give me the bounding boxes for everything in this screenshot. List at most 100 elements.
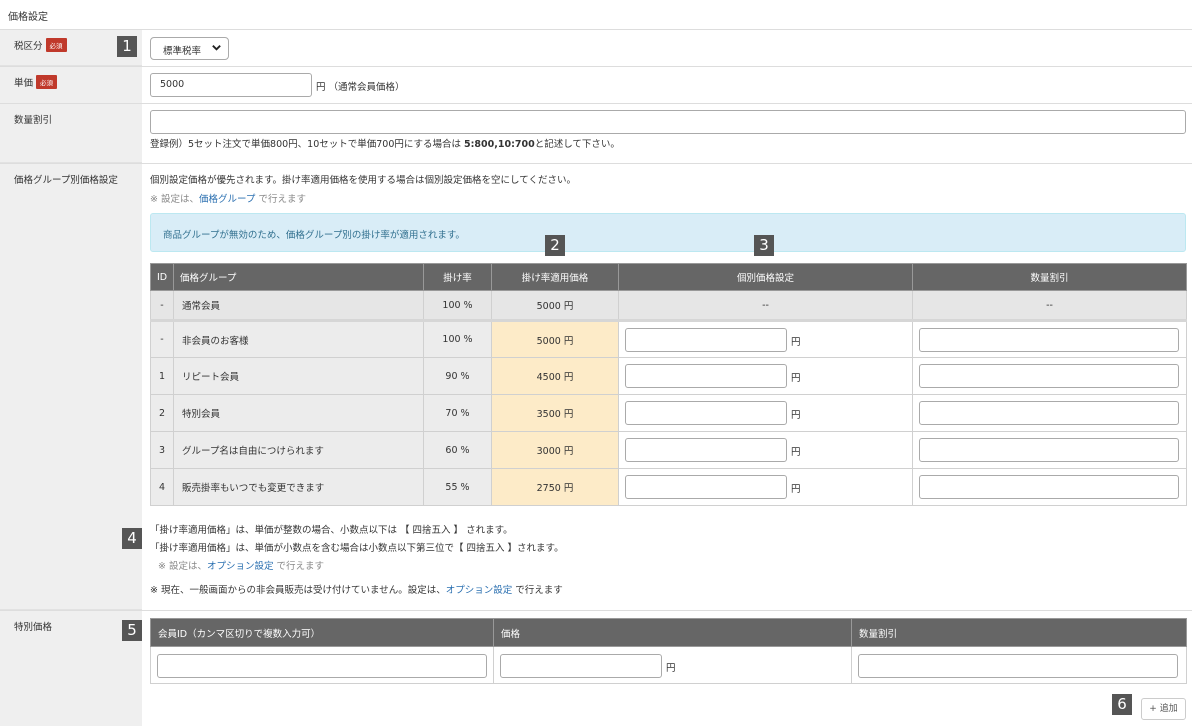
group-setting-note: ※ 設定は、価格グループ で行えます	[150, 194, 306, 205]
tax-select-value: 標準税率	[163, 46, 202, 57]
cell-member-id	[150, 646, 494, 684]
cell-rate-price: 3500 円	[491, 394, 619, 432]
qty-discount-label: 数量割引	[14, 115, 53, 126]
cell-id: 1	[150, 357, 174, 395]
callout-badge-2: 2	[545, 235, 565, 256]
callout-badge-3: 3	[754, 235, 774, 256]
col-group: 価格グループ	[173, 263, 424, 291]
divider	[0, 29, 1192, 30]
cell-id: 4	[150, 468, 174, 506]
qty-discount-input[interactable]	[150, 110, 1186, 134]
cell-group: 販売掛率もいつでも変更できます	[173, 468, 424, 506]
individual-price-input[interactable]	[625, 328, 787, 352]
rounding-note-2: 「掛け率適用価格」は、単価が小数点を含む場合は小数点以下第三位で【 四捨五入 】…	[150, 543, 564, 554]
cell-id: 2	[150, 394, 174, 432]
required-badge: 必須	[36, 75, 58, 89]
individual-price-input[interactable]	[625, 438, 787, 462]
cell-group: 特別会員	[173, 394, 424, 432]
cell-individual: 円	[618, 357, 913, 395]
table-row: 2 特別会員 70 % 3500 円 円	[150, 394, 1187, 432]
table-row: 3 グループ名は自由につけられます 60 % 3000 円 円	[150, 431, 1187, 469]
special-qty-discount-input[interactable]	[858, 654, 1178, 678]
col-price: 価格	[493, 618, 852, 647]
cell-discount	[912, 394, 1187, 432]
label-group-price: 価格グループ別価格設定	[0, 164, 142, 610]
table-row-base: - 通常会員 100 % 5000 円 -- --	[150, 290, 1187, 322]
nonmember-note: ※ 現在、一般画面からの非会員販売は受け付けていません。設定は、オプション設定 …	[150, 585, 563, 596]
unit-price-suffix: 円 （通常会員価格）	[316, 82, 405, 93]
cell-group: グループ名は自由につけられます	[173, 431, 424, 469]
qty-discount-example: 登録例）5セット注文で単価800円、10セットで単価700円にする場合は 5:8…	[150, 139, 620, 150]
group-price-note: 個別設定価格が優先されます。掛け率適用価格を使用する場合は個別設定価格を空にして…	[150, 175, 576, 186]
cell-individual: 円	[618, 394, 913, 432]
qty-discount-input[interactable]	[919, 401, 1179, 425]
rounding-note-1: 「掛け率適用価格」は、単価が整数の場合、小数点以下は 【 四捨五入 】 されます…	[150, 525, 513, 536]
callout-badge-1: 1	[117, 36, 137, 57]
unit-price-label: 単価	[14, 78, 34, 89]
table-header-row: 会員ID（カンマ区切りで複数入力可） 価格 数量割引	[150, 618, 1187, 647]
cell-rate-price: 2750 円	[491, 468, 619, 506]
cell-discount	[912, 357, 1187, 395]
table-row: 4 販売掛率もいつでも変更できます 55 % 2750 円 円	[150, 468, 1187, 506]
member-id-input[interactable]	[157, 654, 487, 678]
col-member-id: 会員ID（カンマ区切りで複数入力可）	[150, 618, 494, 647]
special-price-input[interactable]	[500, 654, 662, 678]
yen-label: 円	[791, 484, 801, 495]
cell-price: 円	[493, 646, 852, 684]
individual-price-input[interactable]	[625, 475, 787, 499]
callout-badge-4: 4	[122, 528, 142, 549]
price-group-table: ID 価格グループ 掛け率 掛け率適用価格 個別価格設定 数量割引 - 通常会員…	[150, 263, 1187, 506]
cell-rate-price: 3000 円	[491, 431, 619, 469]
yen-label: 円	[791, 337, 801, 348]
price-group-link[interactable]: 価格グループ	[199, 194, 255, 205]
label-qty-discount: 数量割引	[0, 104, 142, 163]
cell-group: 非会員のお客様	[173, 320, 424, 358]
cell-group: 通常会員	[173, 290, 424, 322]
col-discount: 数量割引	[912, 263, 1187, 291]
option-setting-link-2[interactable]: オプション設定	[446, 585, 513, 596]
callout-badge-5: 5	[122, 620, 142, 641]
table-row: - 非会員のお客様 100 % 5000 円 円	[150, 320, 1187, 358]
col-id: ID	[150, 263, 174, 291]
special-price-label: 特別価格	[14, 622, 53, 633]
required-badge: 必須	[45, 38, 67, 52]
col-rate: 掛け率	[423, 263, 492, 291]
tax-label: 税区分	[14, 41, 43, 52]
qty-discount-input[interactable]	[919, 364, 1179, 388]
cell-rate: 90 %	[423, 357, 492, 395]
individual-price-input[interactable]	[625, 401, 787, 425]
option-setting-link[interactable]: オプション設定	[207, 561, 274, 572]
page-title: 価格設定	[8, 12, 48, 23]
qty-discount-input[interactable]	[919, 438, 1179, 462]
cell-discount	[851, 646, 1187, 684]
cell-rate: 60 %	[423, 431, 492, 469]
cell-group: リピート会員	[173, 357, 424, 395]
col-individual: 個別価格設定	[618, 263, 913, 291]
divider	[0, 66, 1192, 67]
qty-discount-input[interactable]	[919, 475, 1179, 499]
col-discount: 数量割引	[851, 618, 1187, 647]
cell-rate: 70 %	[423, 394, 492, 432]
qty-discount-input[interactable]	[919, 328, 1179, 352]
unit-price-input[interactable]: 5000	[150, 73, 312, 97]
cell-rate: 100 %	[423, 320, 492, 358]
divider	[0, 103, 1192, 104]
tax-select[interactable]: 標準税率	[150, 37, 229, 60]
cell-id: -	[150, 290, 174, 322]
add-button[interactable]: + 追加	[1141, 698, 1186, 720]
cell-individual: 円	[618, 431, 913, 469]
yen-label: 円	[791, 410, 801, 421]
cell-rate-price: 5000 円	[491, 320, 619, 358]
cell-rate-price: 5000 円	[491, 290, 619, 322]
label-unit-price: 単価 必須	[0, 67, 142, 104]
special-price-table: 会員ID（カンマ区切りで複数入力可） 価格 数量割引 円	[150, 618, 1187, 684]
individual-price-input[interactable]	[625, 364, 787, 388]
callout-badge-6: 6	[1112, 694, 1132, 715]
col-rate-price: 掛け率適用価格	[491, 263, 619, 291]
divider	[0, 610, 1192, 611]
cell-discount	[912, 431, 1187, 469]
cell-rate-price: 4500 円	[491, 357, 619, 395]
cell-id: -	[150, 320, 174, 358]
cell-rate: 100 %	[423, 290, 492, 322]
cell-individual: 円	[618, 468, 913, 506]
